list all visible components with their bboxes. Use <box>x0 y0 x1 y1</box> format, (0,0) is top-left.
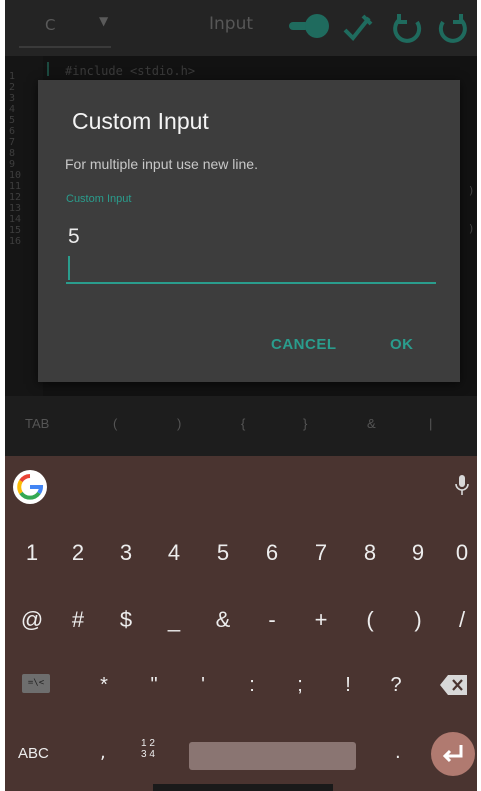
key-8[interactable]: 8 <box>355 540 385 566</box>
line-number: 5 <box>9 115 16 126</box>
language-label: C <box>45 16 56 34</box>
ok-button[interactable]: OK <box>390 336 414 353</box>
key-4[interactable]: 4 <box>159 540 189 566</box>
key-9[interactable]: 9 <box>403 540 433 566</box>
symbol-close-paren[interactable]: ) <box>177 416 181 431</box>
input-cursor <box>68 256 70 280</box>
key-question[interactable]: ? <box>381 674 411 697</box>
code-line: #include <stdio.h> <box>65 64 196 78</box>
line-number: 11 <box>9 181 22 192</box>
key-2[interactable]: 2 <box>63 540 93 566</box>
key-0[interactable]: 0 <box>447 540 477 566</box>
symbol-ampersand[interactable]: & <box>367 416 376 431</box>
key-single-quote[interactable]: ' <box>188 674 218 697</box>
redo-icon[interactable] <box>433 10 473 46</box>
abc-key[interactable]: ABC <box>18 745 49 762</box>
input-underline <box>66 282 436 284</box>
line-number: 1 <box>9 71 16 82</box>
key-6[interactable]: 6 <box>257 540 287 566</box>
line-number: 2 <box>9 82 16 93</box>
line-number: 13 <box>9 203 22 214</box>
key-double-quote[interactable]: " <box>139 674 169 697</box>
key-7[interactable]: 7 <box>306 540 336 566</box>
key-comma[interactable]: , <box>100 742 106 763</box>
phone-screen: C ▼ Input 1 2 3 4 5 6 7 8 9 10 11 12 13 … <box>5 0 477 791</box>
symbol-close-brace[interactable]: } <box>303 416 307 431</box>
key-dollar[interactable]: $ <box>111 607 141 633</box>
navigation-bar <box>153 784 333 791</box>
numpad-key[interactable]: 1 2 3 4 <box>138 738 158 760</box>
undo-icon[interactable] <box>389 10 425 46</box>
key-plus[interactable]: + <box>306 607 336 633</box>
code-editor[interactable]: 1 2 3 4 5 6 7 8 9 10 11 12 13 14 15 16 #… <box>5 56 477 396</box>
key-1[interactable]: 1 <box>17 540 47 566</box>
language-dropdown[interactable]: C ▼ <box>19 4 111 48</box>
microphone-icon[interactable] <box>455 474 469 498</box>
dropdown-arrow-icon: ▼ <box>99 14 109 28</box>
line-number: 16 <box>9 236 22 247</box>
emoji-switch-key[interactable]: =\< <box>22 674 50 693</box>
input-field-label: Custom Input <box>66 193 132 205</box>
space-bar[interactable] <box>189 742 356 770</box>
numpad-bottom: 3 4 <box>141 749 155 760</box>
key-3[interactable]: 3 <box>111 540 141 566</box>
key-at[interactable]: @ <box>17 607 47 633</box>
symbol-open-paren[interactable]: ( <box>113 416 117 431</box>
enter-key[interactable] <box>431 732 475 776</box>
top-toolbar: C ▼ Input <box>5 0 477 56</box>
line-number: 15 <box>9 225 22 236</box>
key-slash[interactable]: / <box>447 607 477 633</box>
key-ampersand[interactable]: & <box>208 607 238 633</box>
key-underscore[interactable]: _ <box>159 607 189 633</box>
line-number: 8 <box>9 148 16 159</box>
code-paren: ) <box>468 222 475 235</box>
symbol-pipe[interactable]: | <box>429 416 432 431</box>
key-minus[interactable]: - <box>257 607 287 633</box>
numpad-top: 1 2 <box>141 738 155 749</box>
key-semicolon[interactable]: ; <box>285 674 315 697</box>
key-hash[interactable]: # <box>63 607 93 633</box>
symbol-tab[interactable]: TAB <box>25 416 49 431</box>
line-number: 12 <box>9 192 22 203</box>
line-number: 7 <box>9 137 16 148</box>
key-asterisk[interactable]: * <box>89 674 119 697</box>
key-period[interactable]: . <box>395 742 401 763</box>
check-edit-icon[interactable] <box>339 10 375 46</box>
backspace-icon[interactable] <box>439 674 469 696</box>
dialog-message: For multiple input use new line. <box>65 156 258 172</box>
key-open-paren[interactable]: ( <box>355 607 385 633</box>
key-exclamation[interactable]: ! <box>333 674 363 697</box>
key-5[interactable]: 5 <box>208 540 238 566</box>
line-number: 9 <box>9 159 16 170</box>
dialog-title: Custom Input <box>72 108 209 134</box>
line-number: 6 <box>9 126 16 137</box>
key-close-paren[interactable]: ) <box>403 607 433 633</box>
soft-keyboard: 1 2 3 4 5 6 7 8 9 0 @ # $ _ & - + ( ) / … <box>5 456 477 791</box>
run-toggle-icon[interactable] <box>289 10 333 46</box>
google-logo-icon[interactable] <box>13 470 47 504</box>
line-number: 4 <box>9 104 16 115</box>
line-number: 3 <box>9 93 16 104</box>
line-number: 10 <box>9 170 22 181</box>
custom-input-field[interactable]: 5 <box>68 225 80 249</box>
tab-input[interactable]: Input <box>209 14 253 34</box>
cancel-button[interactable]: CANCEL <box>271 336 337 353</box>
key-colon[interactable]: : <box>237 674 267 697</box>
symbol-open-brace[interactable]: { <box>241 416 245 431</box>
custom-input-dialog: Custom Input For multiple input use new … <box>38 80 460 382</box>
code-paren: ) <box>468 184 475 197</box>
text-caret <box>47 62 49 76</box>
enter-arrow-icon <box>442 745 463 763</box>
line-number: 14 <box>9 214 22 225</box>
symbol-bar: TAB ( ) { } & | <box>5 396 477 456</box>
